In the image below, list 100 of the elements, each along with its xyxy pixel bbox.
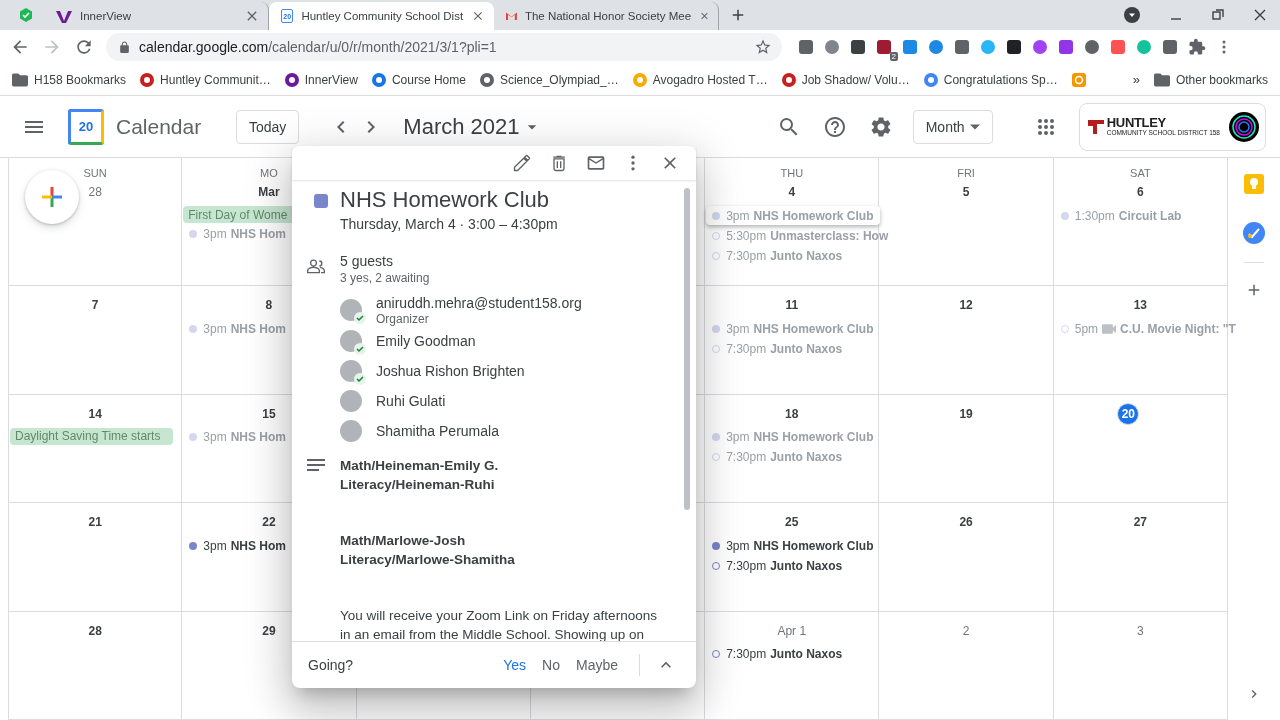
date-number[interactable]: 20: [1117, 402, 1140, 425]
guest-role: Organizer: [376, 312, 430, 326]
date-number[interactable]: 7: [84, 294, 107, 316]
site-icon: [781, 72, 796, 87]
date-number[interactable]: Mar: [255, 181, 283, 203]
profile-menu-icon[interactable]: [1124, 7, 1140, 23]
description-text: Literacy/Heineman-Ruhi: [340, 476, 496, 494]
star-icon[interactable]: [754, 38, 772, 56]
extension-icon[interactable]: [1006, 39, 1022, 55]
day-name: FRI: [957, 166, 975, 180]
guest-count: 5 guests: [340, 252, 394, 270]
date-number[interactable]: 18: [780, 402, 803, 425]
extension-badge: 2: [889, 52, 898, 61]
day-name: SUN: [83, 166, 107, 180]
notes-icon: [307, 458, 325, 472]
date-number[interactable]: 14: [84, 402, 107, 425]
more-bookmarks-button[interactable]: »: [1132, 72, 1140, 87]
date-number[interactable]: 15: [257, 402, 280, 425]
bookmark[interactable]: Congratulations Sp…: [923, 72, 1058, 87]
date-number[interactable]: 21: [84, 511, 107, 533]
site-icon: [140, 72, 155, 87]
bookmark[interactable]: Huntley Communit…: [140, 72, 271, 87]
extension-icon[interactable]: [876, 39, 892, 55]
month-title[interactable]: March 2021: [403, 113, 520, 140]
extension-icon[interactable]: [850, 39, 866, 55]
date-number[interactable]: 8: [257, 294, 280, 316]
extension-icon[interactable]: [798, 39, 814, 55]
date-number[interactable]: 3: [1129, 619, 1152, 642]
bookmark[interactable]: Course Home: [371, 72, 466, 87]
mail-icon[interactable]: [586, 153, 606, 173]
rsvp-label: Going?: [308, 657, 354, 673]
date-number[interactable]: 11: [780, 294, 803, 316]
hexagon-icon: [18, 7, 34, 23]
bookmark[interactable]: H158 Bookmarks: [12, 72, 127, 87]
date-number[interactable]: 22: [257, 511, 280, 533]
bookmark[interactable]: Other bookmarks: [1153, 72, 1268, 87]
bookmark[interactable]: InnerView: [284, 72, 358, 87]
date-number[interactable]: 5: [955, 181, 978, 203]
date-number[interactable]: 2: [955, 619, 978, 642]
reload-icon[interactable]: [74, 37, 94, 57]
app-name: Calendar: [116, 114, 203, 139]
guest-name: Ruhi Gulati: [376, 392, 446, 410]
date-number[interactable]: 13: [1129, 294, 1152, 316]
apps-icon[interactable]: [1036, 117, 1055, 136]
bookmark[interactable]: Science_Olympiad_…: [479, 72, 619, 87]
guest-summary: 3 yes, 2 awaiting: [340, 270, 431, 286]
description-text: You will receive your Zoom Link on Friday afternoons in an email from the Middle School. Showing up on: [340, 607, 658, 641]
date-number[interactable]: 28: [84, 181, 107, 203]
day-name: MO: [260, 166, 278, 180]
puzzle-icon[interactable]: [1188, 38, 1206, 56]
rsvp-option[interactable]: Yes: [498, 653, 532, 677]
calendar-color-swatch: [314, 194, 328, 208]
day-name: THU: [780, 166, 804, 180]
day-name: SAT: [1130, 166, 1151, 180]
innerview-icon: [56, 9, 72, 23]
extension-icon[interactable]: [1084, 39, 1100, 55]
date-number[interactable]: 29: [257, 619, 280, 642]
rsvp-option[interactable]: No: [537, 653, 565, 677]
site-icon: [479, 72, 494, 87]
address-bar[interactable]: calendar.google.com/calendar/u/0/r/month/2021/3/1?pli=1: [106, 33, 782, 61]
avatar-icon: [1229, 111, 1259, 142]
event-chip[interactable]: 7:30pm Junto Naxos: [706, 556, 849, 575]
guest-name: Shamitha Perumala: [376, 422, 499, 440]
date-number[interactable]: 12: [955, 294, 978, 316]
district-logo-text: HUNTLEY: [1106, 116, 1167, 129]
extension-icon[interactable]: [954, 39, 970, 55]
folder-icon: [1153, 72, 1170, 87]
date-number[interactable]: 28: [84, 619, 107, 642]
rsvp-option[interactable]: Maybe: [570, 653, 623, 677]
edit-icon[interactable]: [512, 153, 532, 173]
event-chip[interactable]: 7:30pm Junto Naxos: [706, 644, 849, 664]
event-chip[interactable]: 3pm NHS Hom: [183, 536, 292, 555]
extension-icon[interactable]: [1162, 39, 1178, 55]
description-text: Literacy/Marlowe-Shamitha: [340, 551, 516, 569]
today-button[interactable]: Today: [236, 109, 300, 144]
date-number[interactable]: 27: [1129, 511, 1152, 533]
date-number[interactable]: 4: [780, 181, 803, 203]
restore-icon[interactable]: [1212, 9, 1224, 21]
district-mark-icon: [1087, 119, 1104, 134]
date-number[interactable]: Apr 1: [774, 619, 810, 642]
site-icon: [632, 72, 647, 87]
bookmark[interactable]: Job Shadow/ Volu…: [781, 72, 910, 87]
scrollbar-thumb[interactable]: [684, 188, 690, 510]
date-number[interactable]: 26: [955, 511, 978, 533]
help-icon[interactable]: [822, 114, 847, 139]
view-dropdown[interactable]: Month: [912, 109, 993, 144]
plus-icon: [40, 185, 64, 209]
close-icon[interactable]: [1254, 9, 1266, 21]
lock-icon: [118, 40, 131, 54]
tasks-icon[interactable]: [1243, 222, 1265, 244]
calendar-logo: 20: [68, 108, 104, 145]
site-icon: [284, 72, 299, 87]
date-number[interactable]: 25: [780, 511, 803, 533]
date-number[interactable]: 19: [955, 402, 978, 425]
site-icon: [923, 72, 938, 87]
bookmark[interactable]: Avogadro Hosted T…: [632, 72, 768, 87]
guest-name: Joshua Rishon Brighten: [376, 362, 525, 380]
description-text: Math/Heineman-Emily G.: [340, 457, 500, 475]
date-number[interactable]: 6: [1129, 181, 1152, 203]
event-chip[interactable]: 3pm NHS Homework Club: [706, 536, 880, 555]
